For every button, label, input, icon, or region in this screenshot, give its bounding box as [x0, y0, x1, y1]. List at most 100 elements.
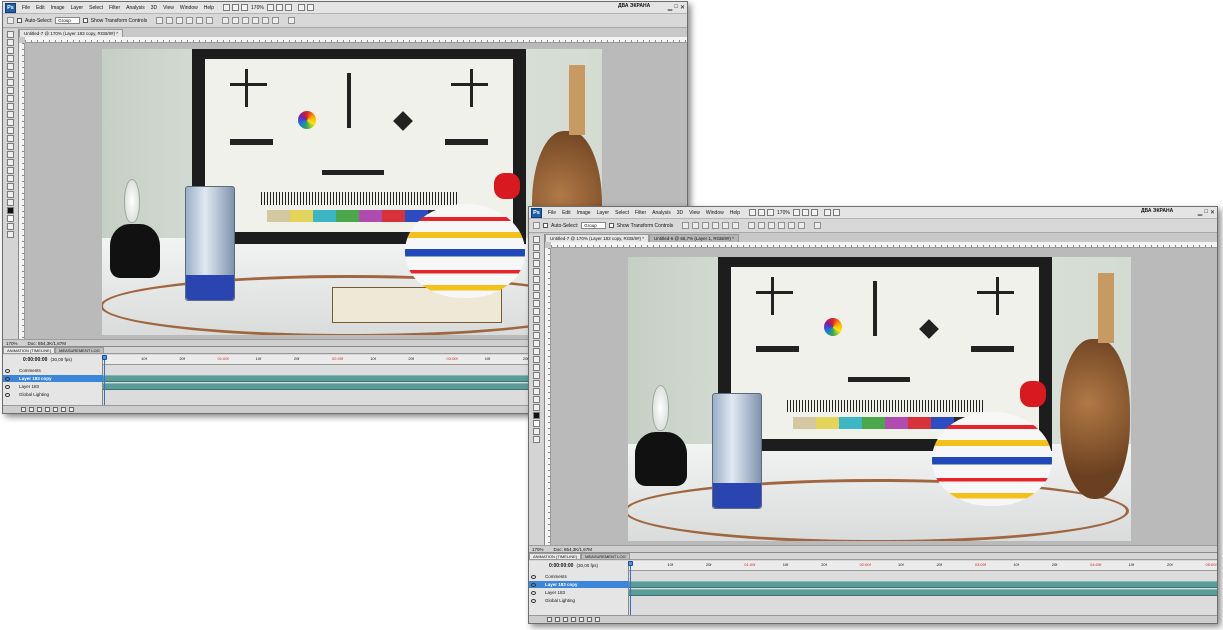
next-frame-icon[interactable]: [571, 617, 576, 622]
align-left-icon[interactable]: [186, 17, 194, 24]
show-transform-checkbox[interactable]: [608, 223, 614, 228]
quick-mask-icon[interactable]: [7, 223, 14, 230]
3d-camera-tool-icon[interactable]: [533, 388, 540, 395]
menu-layer[interactable]: Layer: [68, 5, 87, 11]
auto-align-icon[interactable]: [814, 222, 822, 229]
type-tool-icon[interactable]: [533, 356, 540, 363]
move-tool-icon[interactable]: [7, 31, 14, 38]
status-zoom[interactable]: 170%: [6, 341, 18, 346]
zoom-tool-icon[interactable]: [533, 404, 540, 411]
distribute-top-icon[interactable]: [748, 222, 756, 229]
auto-align-icon[interactable]: [288, 17, 296, 24]
auto-select-dropdown[interactable]: Group: [55, 17, 80, 24]
hand-tool-icon[interactable]: [7, 191, 14, 198]
tab-animation-timeline[interactable]: ANIMATION (TIMELINE): [3, 347, 56, 353]
menu-file[interactable]: File: [545, 210, 559, 216]
menu-filter[interactable]: Filter: [106, 5, 123, 11]
distribute-right-icon[interactable]: [272, 17, 280, 24]
quick-mask-icon[interactable]: [533, 428, 540, 435]
show-transform-checkbox[interactable]: [82, 18, 88, 23]
minibridge-icon[interactable]: [758, 209, 766, 216]
align-right-icon[interactable]: [732, 222, 740, 229]
eraser-tool-icon[interactable]: [7, 111, 14, 118]
lasso-tool-icon[interactable]: [7, 47, 14, 54]
gradient-tool-icon[interactable]: [7, 119, 14, 126]
bridge-icon[interactable]: [223, 4, 231, 11]
brush-tool-icon[interactable]: [7, 87, 14, 94]
menu-edit[interactable]: Edit: [33, 5, 48, 11]
zoom-level-select[interactable]: 170%: [775, 210, 792, 216]
dodge-tool-icon[interactable]: [7, 135, 14, 142]
menu-select[interactable]: Select: [612, 210, 632, 216]
arrange-documents-icon[interactable]: [297, 4, 305, 11]
screen-mode-icon[interactable]: [7, 231, 14, 238]
path-select-tool-icon[interactable]: [7, 159, 14, 166]
playhead-handle-icon[interactable]: [628, 561, 633, 566]
timeline-layer-row[interactable]: Comments: [3, 367, 103, 374]
first-frame-icon[interactable]: [21, 407, 26, 412]
tab-animation-timeline[interactable]: ANIMATION (TIMELINE): [529, 553, 582, 559]
visibility-eye-icon[interactable]: [5, 392, 10, 397]
timeline-layer-row[interactable]: Layer 183: [529, 589, 629, 596]
menu-help[interactable]: Help: [727, 210, 743, 216]
type-tool-icon[interactable]: [7, 151, 14, 158]
menu-window[interactable]: Window: [177, 5, 201, 11]
distribute-bottom-icon[interactable]: [768, 222, 776, 229]
status-zoom[interactable]: 170%: [532, 547, 544, 552]
document-canvas[interactable]: [551, 248, 1217, 545]
workspace-switcher[interactable]: ДВА ЭКРАНА: [1141, 208, 1173, 214]
lasso-tool-icon[interactable]: [533, 252, 540, 259]
auto-select-dropdown[interactable]: Group: [581, 222, 606, 229]
gradient-tool-icon[interactable]: [533, 324, 540, 331]
layer-duration-bar[interactable]: [629, 589, 1217, 596]
history-brush-tool-icon[interactable]: [7, 103, 14, 110]
pen-tool-icon[interactable]: [7, 143, 14, 150]
next-frame-icon[interactable]: [45, 407, 50, 412]
background-color-swatch[interactable]: [533, 420, 540, 427]
previous-frame-icon[interactable]: [555, 617, 560, 622]
clone-stamp-tool-icon[interactable]: [533, 300, 540, 307]
shape-tool-icon[interactable]: [7, 167, 14, 174]
tab-measurement-log[interactable]: MEASUREMENT LOG: [55, 347, 104, 353]
eyedropper-tool-icon[interactable]: [7, 71, 14, 78]
playhead[interactable]: [630, 561, 631, 615]
distribute-right-icon[interactable]: [798, 222, 806, 229]
brush-tool-icon[interactable]: [533, 292, 540, 299]
foreground-color-swatch[interactable]: [533, 412, 540, 419]
3d-rotate-tool-icon[interactable]: [533, 380, 540, 387]
playhead-handle-icon[interactable]: [102, 355, 107, 360]
timeline-layer-row[interactable]: Layer 183 copy: [3, 375, 103, 382]
quick-select-tool-icon[interactable]: [7, 55, 14, 62]
align-top-icon[interactable]: [682, 222, 690, 229]
blur-tool-icon[interactable]: [533, 332, 540, 339]
hand-tool-icon[interactable]: [533, 396, 540, 403]
marquee-tool-icon[interactable]: [533, 244, 540, 251]
tab-measurement-log[interactable]: MEASUREMENT LOG: [581, 553, 630, 559]
timeline-layer-row[interactable]: Global Lighting: [3, 391, 103, 398]
distribute-middle-icon[interactable]: [232, 17, 240, 24]
timeline-layer-row[interactable]: Comments: [529, 573, 629, 580]
menu-3d[interactable]: 3D: [148, 5, 160, 11]
menu-help[interactable]: Help: [201, 5, 217, 11]
align-left-icon[interactable]: [712, 222, 720, 229]
first-frame-icon[interactable]: [547, 617, 552, 622]
menu-view[interactable]: View: [686, 210, 703, 216]
auto-select-checkbox[interactable]: [17, 18, 22, 23]
align-top-icon[interactable]: [156, 17, 164, 24]
bridge-icon[interactable]: [749, 209, 757, 216]
distribute-center-icon[interactable]: [262, 17, 270, 24]
menu-edit[interactable]: Edit: [559, 210, 574, 216]
rotate-view-icon[interactable]: [810, 209, 818, 216]
onion-skin-icon[interactable]: [587, 617, 592, 622]
menu-window[interactable]: Window: [703, 210, 727, 216]
crop-tool-icon[interactable]: [7, 63, 14, 70]
align-right-icon[interactable]: [206, 17, 214, 24]
align-bottom-icon[interactable]: [702, 222, 710, 229]
clone-stamp-tool-icon[interactable]: [7, 95, 14, 102]
visibility-eye-icon[interactable]: [531, 582, 536, 587]
distribute-top-icon[interactable]: [222, 17, 230, 24]
menu-filter[interactable]: Filter: [632, 210, 649, 216]
zoom-level-select[interactable]: 170%: [249, 5, 266, 11]
minimize-icon[interactable]: ▁: [1198, 209, 1203, 216]
timeline-layer-row[interactable]: Layer 183: [3, 383, 103, 390]
